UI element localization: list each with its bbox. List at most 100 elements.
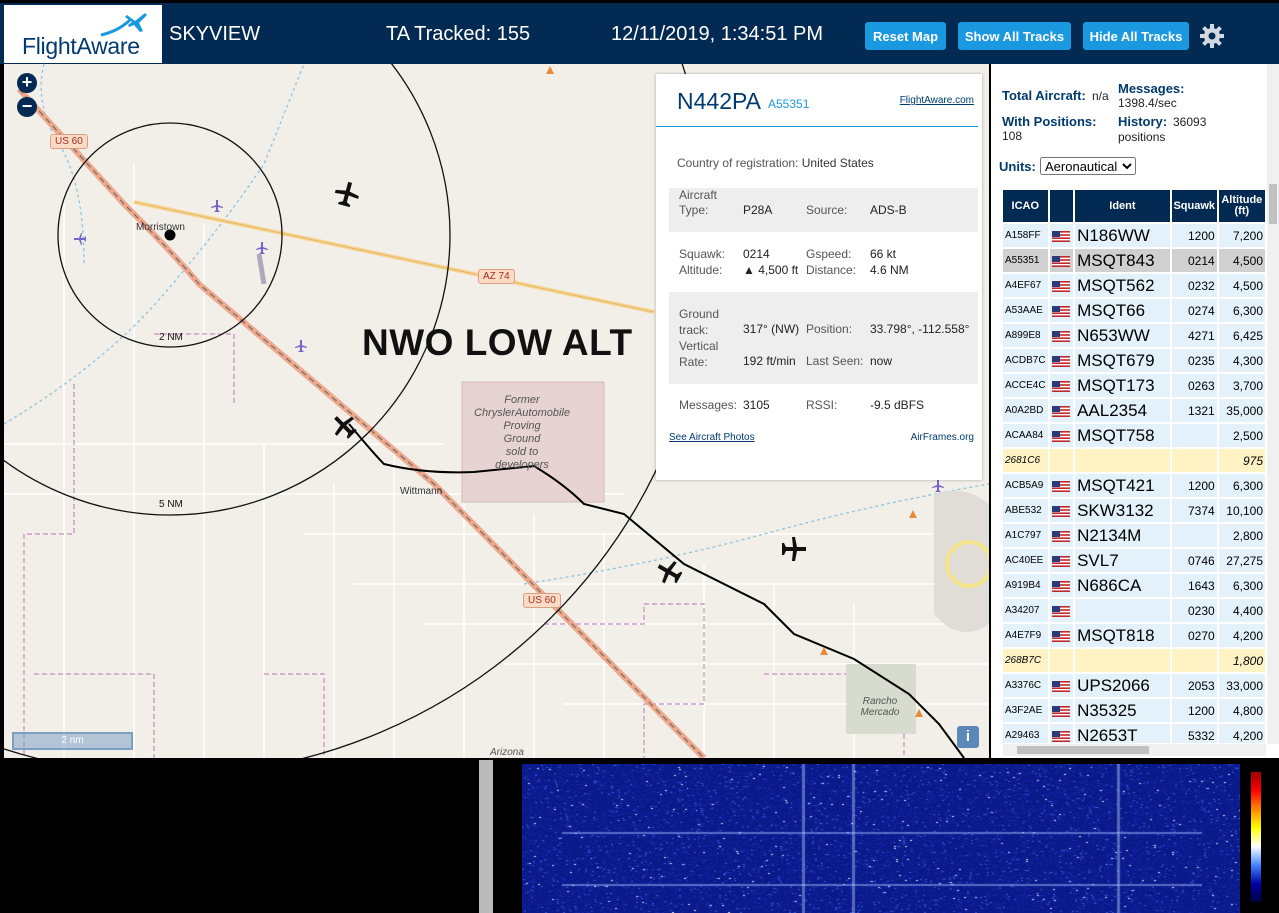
cell-squawk [1171, 649, 1217, 672]
us-flag-icon [1051, 705, 1070, 717]
us-flag-icon [1051, 405, 1070, 417]
cell-flag [1049, 324, 1074, 347]
popup-ident: N442PA [677, 88, 761, 114]
total-aircraft-value: n/a [1092, 89, 1109, 103]
cell-ident [1075, 649, 1170, 672]
us-flag-icon [1051, 380, 1070, 392]
history-value: 36093 positions [1118, 115, 1207, 144]
col-icao[interactable]: ICAO [1003, 190, 1048, 222]
cell-squawk [1171, 449, 1217, 472]
hide-all-tracks-button[interactable]: Hide All Tracks [1083, 22, 1189, 50]
table-row[interactable]: 2681C6 975 [1003, 449, 1265, 472]
us-flag-icon [1051, 555, 1070, 567]
col-ident[interactable]: Ident [1075, 190, 1170, 222]
cell-flag [1049, 224, 1074, 247]
aircraft-list-panel: Total Aircraft: n/a Messages: 1398.4/sec… [991, 64, 1279, 758]
cell-alt: 6,300 [1218, 299, 1265, 322]
cell-icao: A29463 [1003, 724, 1048, 743]
cell-icao: A55351 [1003, 249, 1048, 272]
units-select[interactable]: Aeronautical [1040, 157, 1136, 175]
place-label: Rancho Mercado [860, 696, 900, 718]
airframes-link[interactable]: AirFrames.org [911, 432, 974, 443]
aircraft-photos-link[interactable]: See Aircraft Photos [669, 432, 755, 443]
table-row[interactable]: A4E7F9 MSQT818 0270 4,200 [1003, 624, 1265, 647]
reset-map-button[interactable]: Reset Map [865, 22, 946, 50]
messages-label: Messages: [1118, 81, 1185, 96]
us-flag-icon [1051, 430, 1070, 442]
flightaware-logo[interactable]: FlightAware [4, 5, 162, 63]
us-flag-icon [1051, 730, 1070, 742]
with-positions-label: With Positions: [1002, 114, 1097, 129]
col-altitude[interactable]: Altitude (ft) [1218, 190, 1265, 222]
cell-alt: 1,800 [1218, 649, 1265, 672]
cell-ident: MSQT562 [1075, 274, 1170, 297]
table-row[interactable]: A29463 N2653T 5332 4,200 [1003, 724, 1265, 743]
cell-flag [1049, 699, 1074, 722]
road-shield-us60: US 60 [523, 593, 561, 608]
us-flag-icon [1051, 230, 1070, 242]
cell-ident: AAL2354 [1075, 399, 1170, 422]
cell-squawk: 0230 [1171, 599, 1217, 622]
cell-flag [1049, 299, 1074, 322]
table-row[interactable]: ACB5A9 MSQT421 1200 6,300 [1003, 474, 1265, 497]
col-squawk[interactable]: Squawk [1171, 190, 1217, 222]
cell-flag [1049, 649, 1074, 672]
zoom-out-button[interactable]: − [17, 97, 37, 117]
type-row: Aircraft Type: P28A Source: ADS-B [669, 188, 978, 232]
cell-alt: 33,000 [1218, 674, 1265, 697]
app-title: SKYVIEW [169, 23, 261, 45]
map-info-button[interactable]: i [957, 726, 979, 748]
table-row[interactable]: 268B7C 1,800 [1003, 649, 1265, 672]
cell-squawk: 5332 [1171, 724, 1217, 743]
us-flag-icon [1051, 355, 1070, 367]
table-row[interactable]: AC40EE SVL7 0746 27,275 [1003, 549, 1265, 572]
cell-alt: 4,800 [1218, 699, 1265, 722]
gear-icon[interactable] [1199, 23, 1225, 49]
us-flag-icon [1051, 630, 1070, 642]
cell-icao: AC40EE [1003, 549, 1048, 572]
table-row[interactable]: ABE532 SKW3132 7374 10,100 [1003, 499, 1265, 522]
table-row[interactable]: ACDB7C MSQT679 0235 4,300 [1003, 349, 1265, 372]
table-row[interactable]: A3F2AE N35325 1200 4,800 [1003, 699, 1265, 722]
cell-ident: N2134M [1075, 524, 1170, 547]
table-row[interactable]: A55351 MSQT843 0214 4,500 [1003, 249, 1265, 272]
cell-icao: 2681C6 [1003, 449, 1048, 472]
table-row[interactable]: A919B4 N686CA 1643 6,300 [1003, 574, 1265, 597]
horizontal-scrollbar[interactable] [1003, 744, 1266, 756]
cell-ident: N653WW [1075, 324, 1170, 347]
table-row[interactable]: ACAA84 MSQT758 2,500 [1003, 424, 1265, 447]
road-shield-az74: AZ 74 [478, 269, 515, 284]
divider-strip [479, 760, 493, 913]
table-row[interactable]: A4EF67 MSQT562 0232 4,500 [1003, 274, 1265, 297]
show-all-tracks-button[interactable]: Show All Tracks [958, 22, 1071, 50]
cell-ident: N2653T [1075, 724, 1170, 743]
flightaware-link[interactable]: FlightAware.com [900, 95, 974, 106]
col-flag[interactable] [1049, 190, 1074, 222]
squawk-row: Squawk: 0214 Gspeed: 66 kt Altitude: ▲ 4… [679, 247, 909, 277]
table-row[interactable]: A0A2BD AAL2354 1321 35,000 [1003, 399, 1265, 422]
cell-squawk: 0263 [1171, 374, 1217, 397]
table-row[interactable]: A1C797 N2134M 2,800 [1003, 524, 1265, 547]
units-label: Units: [999, 159, 1036, 174]
airspace-overlay-label: NWO LOW ALT [362, 322, 633, 363]
table-row[interactable]: A3376C UPS2066 2053 33,000 [1003, 674, 1265, 697]
popup-icao[interactable]: A55351 [768, 97, 809, 111]
zoom-in-button[interactable]: + [17, 73, 37, 93]
road-shield-us60: US 60 [50, 134, 88, 149]
us-flag-icon [1051, 505, 1070, 517]
table-row[interactable]: A53AAE MSQT66 0274 6,300 [1003, 299, 1265, 322]
table-row[interactable]: A34207 0230 4,400 [1003, 599, 1265, 622]
cell-squawk: 2053 [1171, 674, 1217, 697]
cell-squawk: 1200 [1171, 474, 1217, 497]
vertical-scrollbar[interactable] [1267, 64, 1279, 744]
popup-divider [656, 126, 978, 127]
cell-flag [1049, 274, 1074, 297]
table-row[interactable]: A899E8 N653WW 4271 6,425 [1003, 324, 1265, 347]
cell-ident: N35325 [1075, 699, 1170, 722]
cell-ident: MSQT66 [1075, 299, 1170, 322]
cell-ident: MSQT758 [1075, 424, 1170, 447]
tracked-count: TA Tracked: 155 [386, 23, 531, 45]
table-row[interactable]: ACCE4C MSQT173 0263 3,700 [1003, 374, 1265, 397]
table-row[interactable]: A158FF N186WW 1200 7,200 [1003, 224, 1265, 247]
cell-squawk: 1200 [1171, 699, 1217, 722]
